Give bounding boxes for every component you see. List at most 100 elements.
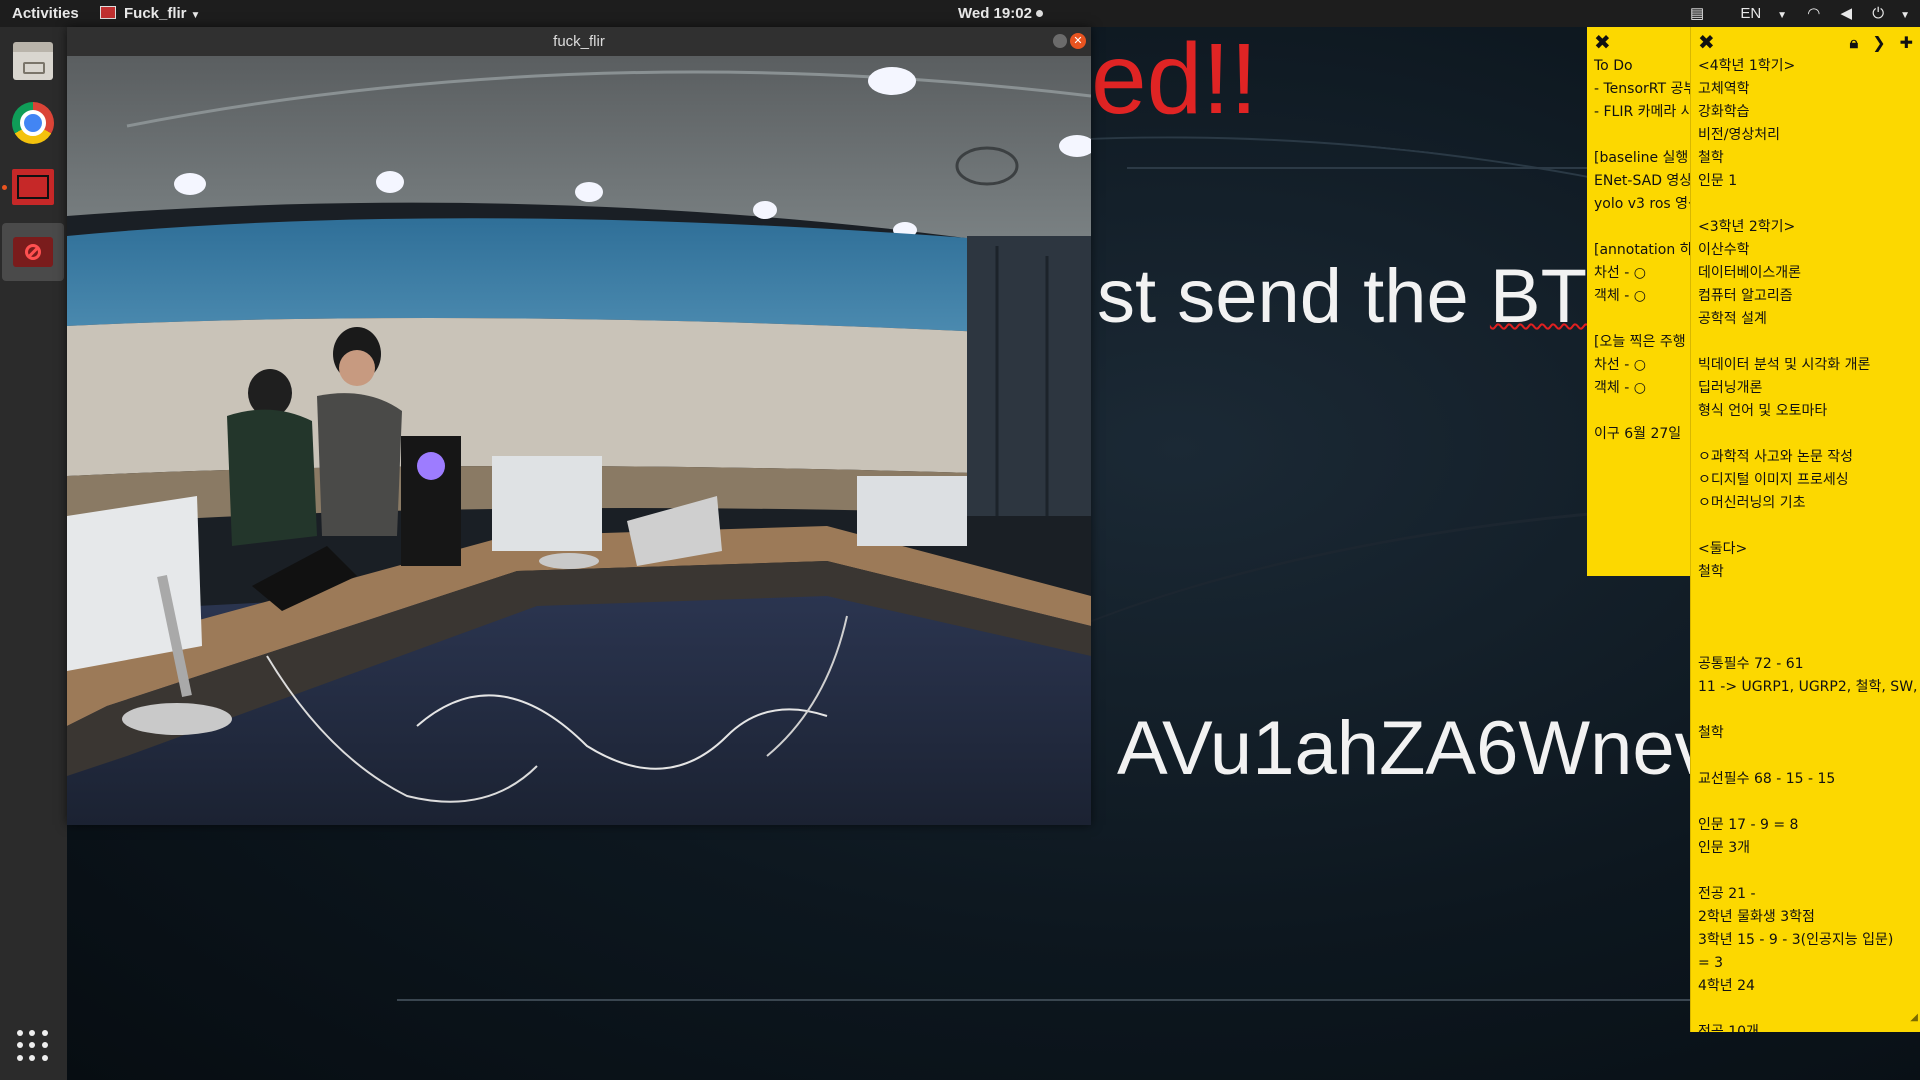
note-line: <4학년 1학기> <box>1698 58 1796 74</box>
note-line: yolo v3 ros 영상 <box>1594 196 1690 212</box>
note-line <box>1698 791 1917 814</box>
language-selector[interactable]: EN ▼ <box>1724 5 1787 22</box>
camera-image <box>67 56 1091 825</box>
note-line: 공통필수 72 - 61 <box>1698 656 1804 672</box>
slide-title-text: ed!! <box>1091 27 1258 135</box>
activities-button[interactable]: Activities <box>12 0 79 27</box>
slide-body-text: st send the BT <box>1097 253 1587 340</box>
note-line <box>1698 630 1917 653</box>
note-line: ㅇ디지털 이미지 프로세싱 <box>1698 472 1849 488</box>
app-grid-icon[interactable] <box>17 1030 49 1062</box>
chevron-down-icon: ▼ <box>190 10 201 21</box>
note-line: 객체 - ○ <box>1594 288 1646 304</box>
slide-send-text: st send the <box>1097 254 1490 339</box>
note-line <box>1698 331 1917 354</box>
note-line: 철학 <box>1698 150 1724 166</box>
files-icon[interactable] <box>9 37 57 85</box>
note-line: 전공 21 - <box>1698 886 1756 902</box>
note-line: To Do <box>1594 58 1633 74</box>
note-line <box>1594 124 1690 147</box>
close-button[interactable]: ✕ <box>1070 33 1086 49</box>
note-line: 이구 6월 27일 <box>1594 426 1682 442</box>
note-line: ENet-SAD 영상 <box>1594 173 1690 189</box>
note-line: 비전/영상처리 <box>1698 127 1780 143</box>
note-line: 딥러닝개론 <box>1698 380 1763 396</box>
wifi-icon[interactable]: ◠ <box>1807 5 1820 22</box>
note-line: 컴퓨터 알고리즘 <box>1698 288 1793 304</box>
slide-code-text: AVu1ahZA6Wnevf9 <box>1117 706 1777 791</box>
note-line <box>1594 308 1690 331</box>
note-line: - TensorRT 공부 <box>1594 81 1690 97</box>
note-line <box>1698 515 1917 538</box>
screen-recorder-icon[interactable] <box>2 223 64 281</box>
sticky-note-todo[interactable]: ✖ To Do - TensorRT 공부 - FLIR 카메라 사 [base… <box>1587 27 1690 576</box>
presentation-icon[interactable] <box>9 163 57 211</box>
power-icon[interactable]: ⏻ ▼ <box>1872 5 1910 22</box>
note-line: 이산수학 <box>1698 242 1750 258</box>
note-line <box>1698 423 1917 446</box>
window-title: fuck_flir <box>553 33 605 50</box>
note-line: [annotation 하 <box>1594 242 1690 258</box>
slide-bt-text: BT <box>1489 254 1588 339</box>
note-line: 공학적 설계 <box>1698 311 1767 327</box>
note-line: 차선 - ○ <box>1594 265 1646 281</box>
close-icon[interactable]: ✖ <box>1594 29 1611 55</box>
top-bar: Activities Fuck_flir ▼ Wed 19:02 ▤ EN ▼ ◠ … <box>0 0 1920 27</box>
app-menu[interactable]: Fuck_flir ▼ <box>100 0 200 27</box>
note-line: 데이터베이스개론 <box>1698 265 1802 281</box>
note-line: 철학 <box>1698 725 1724 741</box>
note-line: 3학년 15 - 9 - 3(인공지능 입문) <box>1698 932 1894 948</box>
note-line <box>1594 216 1690 239</box>
sticky-note-courses[interactable]: ✖ 🔒︎ ❯ ✚ <4학년 1학기> 고체역학 강화학습 비전/영상처리 철학 인문… <box>1690 27 1920 1032</box>
running-indicator <box>2 185 7 190</box>
language-label: EN <box>1740 5 1762 22</box>
chrome-icon[interactable] <box>9 99 57 147</box>
note-line: = 3 <box>1698 955 1724 971</box>
app-menu-label: Fuck_flir <box>124 5 187 22</box>
system-tray: ▤ EN ▼ ◠ ◀ ⏻ ▼ <box>1674 0 1910 27</box>
note-line: ㅇ머신러닝의 기초 <box>1698 495 1806 511</box>
note-line: [오늘 찍은 주행 <box>1594 334 1686 350</box>
note-line <box>1698 193 1917 216</box>
dock <box>0 27 67 1080</box>
note-line: 형식 언어 및 오토마타 <box>1698 403 1828 419</box>
clock-label: Wed 19:02 <box>958 5 1032 22</box>
note-line: 11 -> UGRP1, UGRP2, 철학, SW, <box>1698 679 1918 695</box>
chevron-down-icon[interactable]: ❯ <box>1872 33 1885 52</box>
resize-handle-icon[interactable]: ◢ <box>1910 1006 1918 1029</box>
note-line: <3학년 2학기> <box>1698 219 1796 235</box>
volume-icon[interactable]: ◀ <box>1841 5 1853 22</box>
minimize-button[interactable] <box>1053 34 1067 48</box>
note-line <box>1698 584 1917 607</box>
lock-icon[interactable]: 🔒︎ <box>1850 33 1859 52</box>
note-line: 빅데이터 분석 및 시각화 개론 <box>1698 357 1871 373</box>
chevron-down-icon: ▼ <box>1777 10 1788 21</box>
note-line: 전공 10개 <box>1698 1024 1759 1032</box>
note-text[interactable]: To Do - TensorRT 공부 - FLIR 카메라 사 [baseli… <box>1594 55 1690 446</box>
camera-window: fuck_flir ✕ <box>67 27 1091 825</box>
note-line: 차선 - ○ <box>1594 357 1646 373</box>
note-line: 교선필수 68 - 15 - 15 <box>1698 771 1836 787</box>
clock[interactable]: Wed 19:02 <box>958 0 1043 27</box>
note-line <box>1698 860 1917 883</box>
note-line: <둘다> <box>1698 541 1748 557</box>
note-line: 4학년 24 <box>1698 978 1755 994</box>
note-line: 인문 17 - 9 = 8 <box>1698 817 1799 833</box>
note-line: 2학년 물화생 3학점 <box>1698 909 1815 925</box>
app-icon <box>100 6 116 19</box>
note-line: 철학 <box>1698 564 1724 580</box>
close-icon[interactable]: ✖ <box>1698 29 1715 55</box>
note-line: 고체역학 <box>1698 81 1750 97</box>
note-line <box>1698 699 1917 722</box>
note-line: 인문 3개 <box>1698 840 1750 856</box>
notes-icon[interactable]: ▤ <box>1690 5 1704 22</box>
note-text[interactable]: <4학년 1학기> 고체역학 강화학습 비전/영상처리 철학 인문 1 <3학년… <box>1698 55 1917 1032</box>
notification-dot-icon <box>1035 10 1043 17</box>
note-line: 인문 1 <box>1698 173 1738 189</box>
note-line <box>1698 998 1917 1021</box>
add-note-icon[interactable]: ✚ <box>1900 33 1913 52</box>
note-line <box>1698 745 1917 768</box>
camera-feed <box>67 56 1091 825</box>
note-line: 객체 - ○ <box>1594 380 1646 396</box>
window-titlebar[interactable]: fuck_flir ✕ <box>67 27 1091 56</box>
